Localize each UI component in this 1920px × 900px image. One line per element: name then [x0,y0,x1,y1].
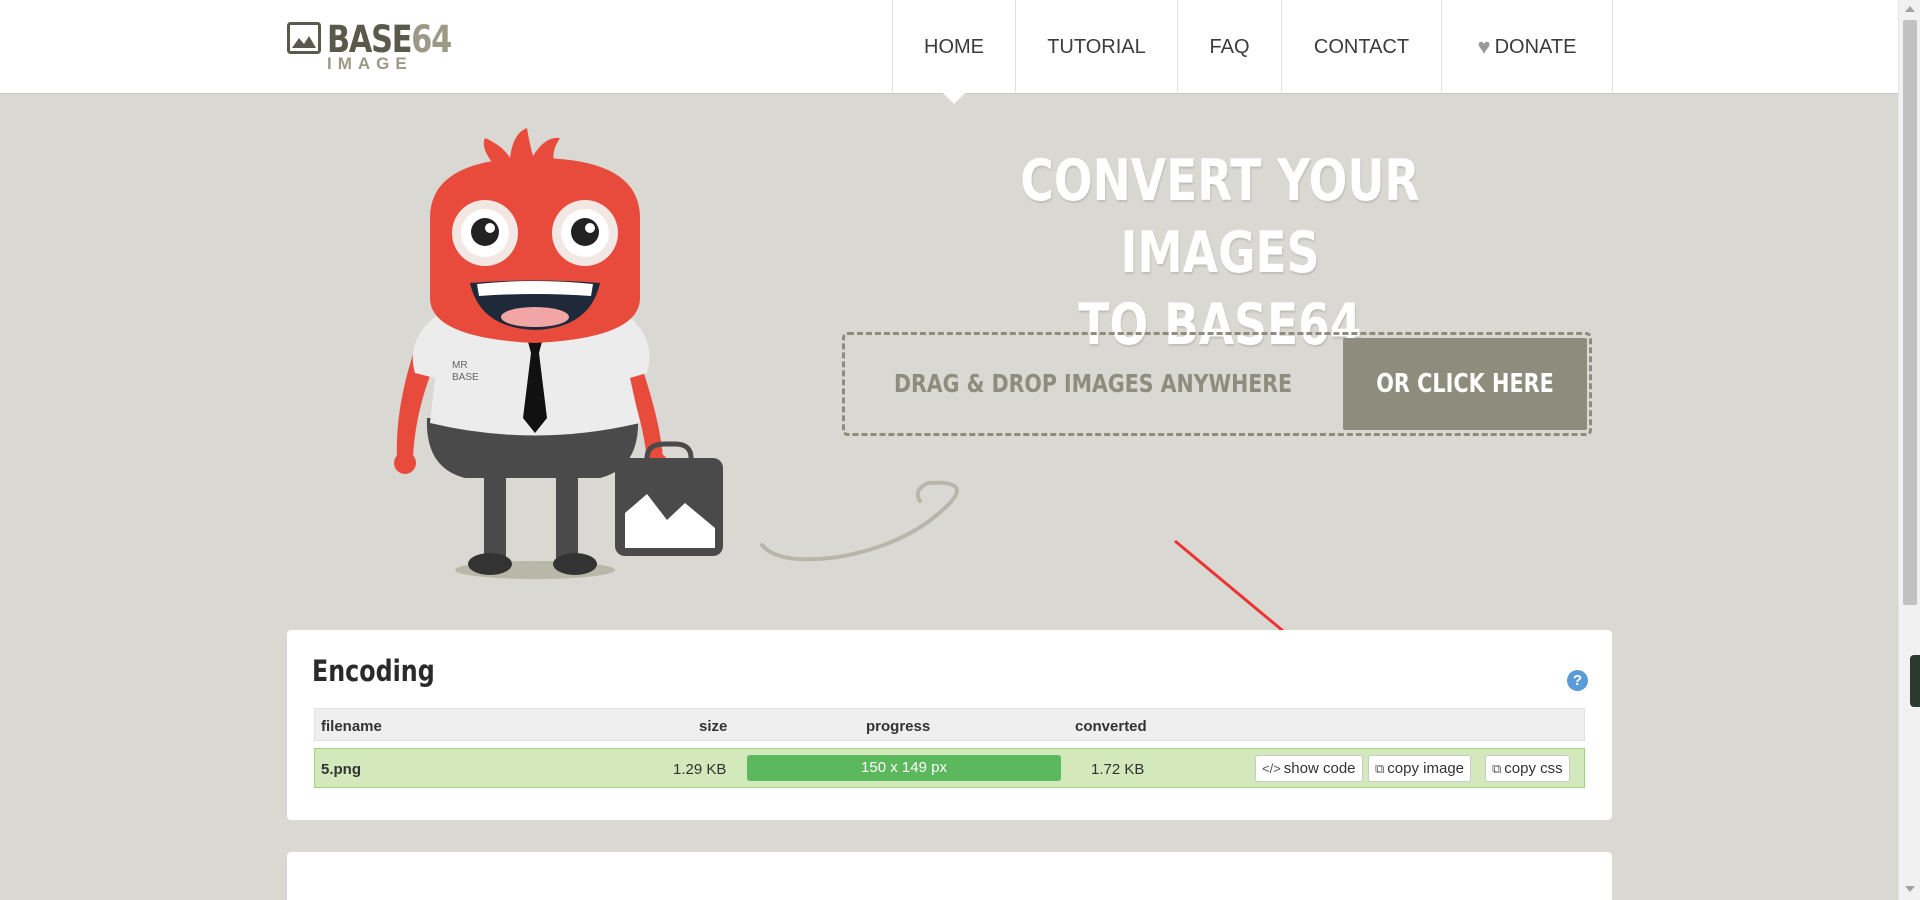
image-icon [287,22,321,54]
help-icon[interactable]: ? [1567,670,1588,691]
upload-button-label: OR CLICK HERE [1376,369,1554,399]
logo-subtitle: IMAGE [327,54,413,73]
active-nav-pointer [943,93,965,104]
scroll-thumb[interactable] [1903,20,1917,605]
nav-donate[interactable]: ♥ DONATE [1442,0,1613,94]
table-header: filename size progress converted [314,708,1585,741]
row-converted: 1.72 KB [1091,761,1145,778]
nav-contact[interactable]: CONTACT [1282,0,1442,94]
table-row: 5.png 1.29 KB 150 x 149 px 1.72 KB </> sh… [314,748,1585,788]
copy-css-button[interactable]: ⧉ copy css [1485,755,1570,782]
copy-image-label: copy image [1387,760,1465,777]
heart-icon: ♥ [1477,34,1491,59]
copy-icon: ⧉ [1492,761,1502,776]
row-filename: 5.png [321,761,361,778]
encoding-panel: Encoding ? filename size progress conver… [287,630,1612,820]
hero-title: CONVERT YOUR IMAGES TO BASE64 [916,145,1524,361]
copy-image-button[interactable]: ⧉ copy image [1368,755,1472,782]
code-icon: </> [1262,761,1281,776]
col-converted: converted [1075,718,1147,735]
col-size: size [699,718,728,735]
secondary-panel [287,852,1612,900]
copy-icon: ⧉ [1375,761,1385,776]
hero-title-line-1: CONVERT YOUR IMAGES [1020,148,1420,286]
mascot-illustration: MR BASE [394,128,723,579]
site-header: BASE64 IMAGE HOME TUTORIAL FAQ CONTACT ♥… [0,0,1898,94]
drop-zone-text: DRAG & DROP IMAGES ANYWHERE [893,369,1293,398]
nav-donate-label: DONATE [1494,35,1577,58]
col-progress: progress [866,718,931,735]
mascot-shirt-text-2: BASE [452,372,479,383]
nav-home[interactable]: HOME [893,0,1016,94]
col-filename: filename [321,718,382,735]
site-logo[interactable]: BASE64 IMAGE [287,18,452,76]
show-code-button[interactable]: </> show code [1255,755,1363,782]
mascot-shirt-text-1: MR [452,360,468,371]
side-tab[interactable] [1910,655,1920,707]
progress-bar: 150 x 149 px [747,755,1061,781]
encoding-title: Encoding [312,654,435,688]
main-nav: HOME TUTORIAL FAQ CONTACT ♥ DONATE [892,0,1613,94]
nav-tutorial[interactable]: TUTORIAL [1016,0,1178,94]
swirl-arrow-decoration [760,480,959,562]
drop-zone[interactable]: DRAG & DROP IMAGES ANYWHERE OR CLICK HER… [842,332,1592,436]
row-size: 1.29 KB [673,761,727,778]
scroll-down-icon[interactable] [1905,886,1915,892]
page-scrollbar[interactable] [1898,0,1920,900]
scroll-up-icon[interactable] [1905,6,1915,12]
upload-button[interactable]: OR CLICK HERE [1343,338,1587,430]
nav-faq[interactable]: FAQ [1178,0,1282,94]
show-code-label: show code [1283,760,1356,777]
copy-css-label: copy css [1504,760,1563,777]
